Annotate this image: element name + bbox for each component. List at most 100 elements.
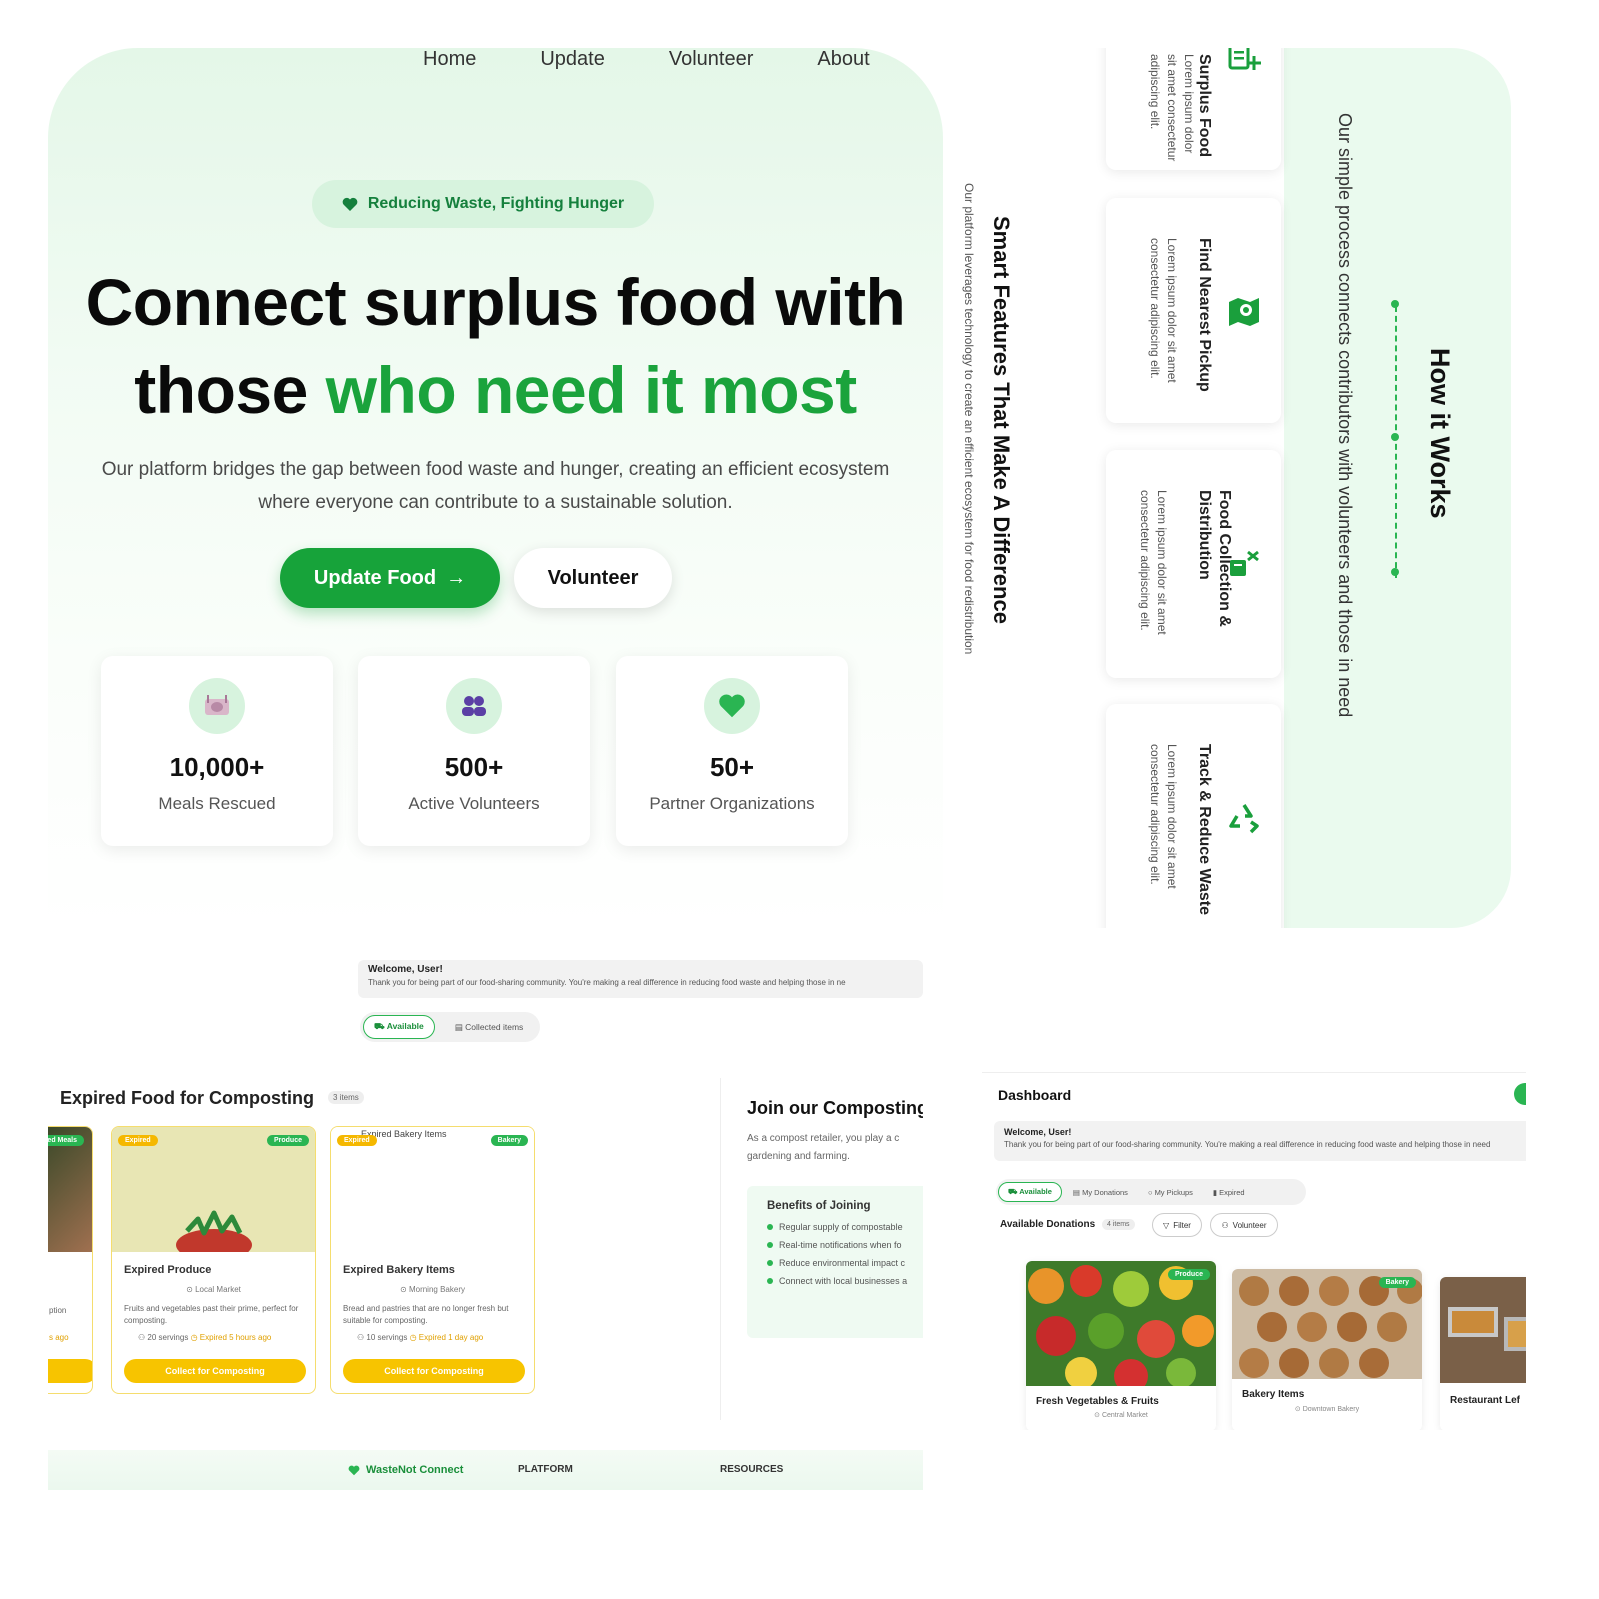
heart-icon <box>348 1465 360 1475</box>
collect-button[interactable]: Collect for Composting <box>343 1359 525 1383</box>
how-it-works-section: How it Works Our simple process connects… <box>956 48 1511 928</box>
hero-section: Home Update Volunteer About Reducing Was… <box>48 48 943 928</box>
card-meta: ⚇ 10 servings ◷ Expired 1 day ago <box>357 1333 484 1342</box>
users-icon <box>446 678 502 734</box>
welcome-title: Welcome, User! <box>1004 1127 1072 1137</box>
item-count-badge: 3 items <box>328 1091 364 1104</box>
join-desc: As a compost retailer, you play a c gard… <box>747 1133 900 1162</box>
footer-brand[interactable]: WasteNot Connect <box>348 1464 463 1476</box>
food-card: Expired Produce Expired Produce ⊙ Local … <box>111 1126 316 1394</box>
features-subtitle: Our platform leverages technology to cre… <box>962 183 976 655</box>
map-pin-icon <box>1229 298 1259 326</box>
card-expired: s ago <box>49 1333 69 1342</box>
feature-card: Find Nearest Pickup Lorem ipsum dolor si… <box>1106 198 1281 423</box>
tab-my-pickups[interactable]: ○ My Pickups <box>1139 1184 1202 1201</box>
headline-plain: those <box>134 353 308 427</box>
donation-card[interactable]: Bakery Bakery Items ⊙ Downtown Bakery <box>1232 1269 1422 1430</box>
tagline-text: Reducing Waste, Fighting Hunger <box>367 195 625 212</box>
headline-highlight: who need it most <box>325 353 858 427</box>
filter-icon: ▽ <box>1163 1220 1170 1230</box>
user-icon: ⚇ <box>1221 1220 1229 1230</box>
timeline-dot <box>1391 568 1399 576</box>
nav-home[interactable]: Home <box>423 48 476 74</box>
tab-bar: ⛟ Available ▤ Collected items <box>360 1012 540 1042</box>
join-composting-panel: Join our Composting As a compost retaile… <box>720 1078 923 1420</box>
welcome-title: Welcome, User! <box>368 964 443 975</box>
benefit-item: Regular supply of compostable <box>767 1222 923 1232</box>
benefit-item: Connect with local businesses a <box>767 1276 923 1286</box>
card-title: Expired Produce <box>124 1264 212 1276</box>
avatar[interactable] <box>1514 1083 1526 1105</box>
card-title: Restaurant Lef <box>1450 1395 1521 1406</box>
stat-card-volunteers: 500+ Active Volunteers <box>358 656 590 846</box>
donation-card[interactable]: Produce Fresh Vegetables & Fruits ⊙ Cent… <box>1026 1261 1216 1430</box>
timeline-line <box>1395 306 1397 578</box>
nav-update[interactable]: Update <box>540 48 605 74</box>
features-title: Smart Features That Make A Difference <box>989 216 1014 624</box>
donations-dashboard: Dashboard Welcome, User! Thank you for b… <box>982 1072 1526 1430</box>
box-icon: ▤ <box>1072 1187 1083 1197</box>
feature-desc: Lorem ipsum dolor sit amet consectetur a… <box>1148 744 1179 889</box>
how-it-works-title: How it Works <box>1425 348 1455 519</box>
card-desc: Fruits and vegetables past their prime, … <box>124 1304 299 1325</box>
tab-collected[interactable]: ▤ Collected items <box>445 1017 534 1038</box>
arrow-right-icon: → <box>446 566 467 589</box>
volunteer-button[interactable]: Volunteer <box>514 548 672 608</box>
tab-expired[interactable]: ▮ Expired <box>1204 1184 1254 1201</box>
dashboard-title: Dashboard <box>998 1087 1072 1103</box>
update-food-label: Update Food <box>313 566 437 589</box>
pin-icon: ⊙ <box>1294 1406 1303 1413</box>
donation-card[interactable]: Restaurant Lef <box>1440 1277 1526 1430</box>
card-location: ⊙ Downtown Bakery <box>1294 1406 1360 1413</box>
filter-button[interactable]: ▽ Filter <box>1152 1213 1202 1237</box>
clock-icon: ◷ <box>190 1333 200 1342</box>
pin-icon: ⊙ <box>186 1285 196 1294</box>
tab-available[interactable]: ⛟ Available <box>363 1015 435 1039</box>
how-it-works-backdrop <box>1284 48 1511 928</box>
list-add-icon <box>1228 48 1261 70</box>
heart-icon <box>704 678 760 734</box>
card-title: Fresh Vegetables & Fruits <box>1036 1396 1159 1407</box>
feature-desc: Lorem ipsum dolor sit amet consectetur a… <box>1148 54 1196 162</box>
card-title: Expired Bakery Items <box>343 1264 455 1276</box>
card-location: ⊙ Morning Bakery <box>400 1285 465 1294</box>
card-desc: Bread and pastries that are no longer fr… <box>343 1304 509 1325</box>
food-collection-icon <box>1230 550 1259 576</box>
feature-title: Track & Reduce Waste <box>1196 744 1213 916</box>
pin-icon: ⊙ <box>1094 1412 1102 1419</box>
section-title: Available Donations <box>1000 1219 1096 1230</box>
stat-label: Partner Organizations <box>649 794 815 813</box>
volunteer-button[interactable]: ⚇ Volunteer <box>1210 1213 1278 1237</box>
people-icon: ⚇ <box>138 1333 148 1342</box>
expired-badge: Expired <box>337 1135 377 1146</box>
category-badge: Produce <box>266 1135 309 1146</box>
people-icon: ⚇ <box>357 1333 367 1342</box>
tagline-pill: Reducing Waste, Fighting Hunger <box>312 180 654 228</box>
category-badge: Produce <box>1167 1269 1210 1280</box>
footer-platform-heading: PLATFORM <box>518 1464 573 1475</box>
tab-my-donations[interactable]: ▤ My Donations <box>1064 1184 1137 1201</box>
feature-card: Surplus Food Lorem ipsum dolor sit amet … <box>1106 48 1281 170</box>
box-icon: ▤ <box>454 1021 466 1032</box>
nav-about[interactable]: About <box>817 48 869 74</box>
stat-value: 500+ <box>444 752 504 782</box>
tab-bar: ⛟ Available ▤ My Donations ○ My Pickups … <box>996 1179 1306 1205</box>
collect-button[interactable]: Collect for Composting <box>124 1359 306 1383</box>
collect-button[interactable] <box>48 1359 92 1383</box>
plate-icon <box>189 678 245 734</box>
stat-card-partners: 50+ Partner Organizations <box>616 656 848 846</box>
update-food-button[interactable]: Update Food → <box>280 548 500 608</box>
hero-subtitle: Our platform bridges the gap between foo… <box>101 459 890 513</box>
tab-available[interactable]: ⛟ Available <box>998 1182 1062 1202</box>
benefits-title: Benefits of Joining <box>767 1200 871 1212</box>
benefits-box: Benefits of Joining Regular supply of co… <box>747 1186 923 1338</box>
item-count-badge: 4 items <box>1102 1219 1135 1230</box>
nav-volunteer[interactable]: Volunteer <box>669 48 754 74</box>
join-title: Join our Composting <box>747 1098 923 1118</box>
heart-icon <box>342 197 358 211</box>
compost-dashboard: Welcome, User! Thank you for being part … <box>48 950 923 1490</box>
feature-card: Food Collection & Distribution Lorem ips… <box>1106 450 1281 678</box>
stat-value: 50+ <box>709 752 755 782</box>
headline-line-2: those who need it most <box>48 348 943 432</box>
card-desc: ption <box>49 1306 67 1315</box>
